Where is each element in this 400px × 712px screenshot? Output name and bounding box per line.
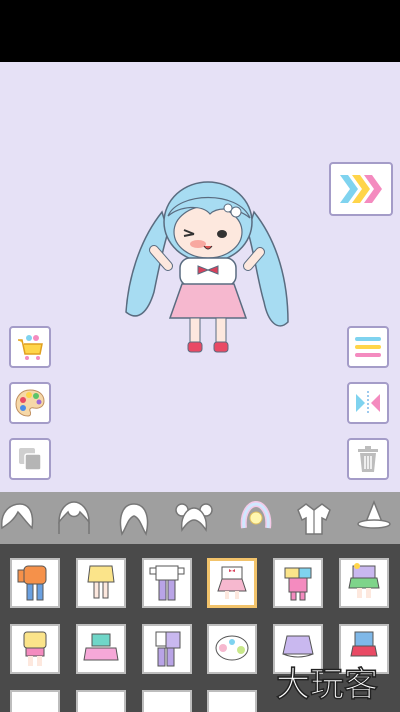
dress-up-stage: [0, 62, 400, 492]
hamburger-menu-icon: [355, 337, 381, 357]
outfit-item-pink-overalls[interactable]: [273, 558, 323, 608]
outfit-item-row3-2[interactable]: [76, 690, 126, 712]
white-lace-dress-outfit: [215, 635, 249, 661]
palette-button[interactable]: [9, 382, 51, 424]
white-top-purple-pants-outfit: [155, 631, 181, 667]
hair-front-icon: [1, 503, 34, 530]
hair-accessory-icon: [240, 500, 272, 529]
tab-hair-bangs[interactable]: [52, 496, 96, 540]
category-tab-bar: [0, 492, 400, 544]
layers-icon: [19, 448, 42, 471]
menu-button[interactable]: [347, 326, 389, 368]
character-doll: [125, 181, 289, 353]
orange-hoodie-outfit: [17, 565, 47, 601]
hair-buns-icon: [175, 503, 213, 533]
triple-chevron-right-icon: [340, 175, 382, 203]
outfit-item-row3-1[interactable]: [10, 690, 60, 712]
yellow-sweater-pink-shorts-outfit: [23, 631, 47, 666]
tab-hair-back[interactable]: [112, 496, 156, 540]
layers-button[interactable]: [9, 438, 51, 480]
outfit-item-white-lace-dress[interactable]: [207, 624, 257, 674]
outfit-item-white-shirt[interactable]: [142, 558, 192, 608]
outfit-item-yellow-dress[interactable]: [76, 558, 126, 608]
shop-button[interactable]: [9, 326, 51, 368]
watermark-logo: 大玩客: [270, 660, 400, 706]
flip-horizontal-icon: [356, 391, 380, 415]
tab-hair-front[interactable]: [0, 496, 38, 540]
outfit-item-green-skirt[interactable]: [339, 558, 389, 608]
pink-overalls-outfit: [284, 567, 312, 601]
outfit-item-white-top[interactable]: [142, 624, 192, 674]
hat-icon: [357, 499, 391, 529]
trash-button[interactable]: [347, 438, 389, 480]
outfit-item-teal-top[interactable]: [76, 624, 126, 674]
yellow-dress-outfit: [87, 565, 115, 599]
tab-hair-accessory[interactable]: [234, 496, 278, 540]
outfit-item-orange-hoodie[interactable]: [10, 558, 60, 608]
outfit-item-row3-3[interactable]: [142, 690, 192, 712]
pink-skirt-outfit: [217, 566, 247, 599]
hair-bangs-icon: [58, 501, 90, 534]
teal-top-pink-skirt-outfit: [83, 633, 119, 661]
outfit-item-pink-skirt[interactable]: [207, 558, 257, 608]
outfit-item-row3-4[interactable]: [207, 690, 257, 712]
watermark-text: 大玩客: [276, 665, 378, 705]
white-shirt-purple-pants-outfit: [149, 565, 185, 601]
green-skirt-outfit: [348, 563, 380, 598]
tab-hat[interactable]: [352, 496, 396, 540]
jacket-icon: [297, 503, 331, 535]
status-bar: [0, 0, 400, 62]
trash-icon: [358, 446, 378, 472]
shopping-cart-icon: [18, 335, 43, 360]
hair-back-icon: [119, 503, 149, 536]
outfit-item-yellow-sweater[interactable]: [10, 624, 60, 674]
tab-jacket[interactable]: [292, 496, 336, 540]
palette-icon: [15, 389, 45, 417]
flip-button[interactable]: [347, 382, 389, 424]
tab-hair-buns[interactable]: [172, 496, 216, 540]
next-button[interactable]: [329, 162, 393, 216]
